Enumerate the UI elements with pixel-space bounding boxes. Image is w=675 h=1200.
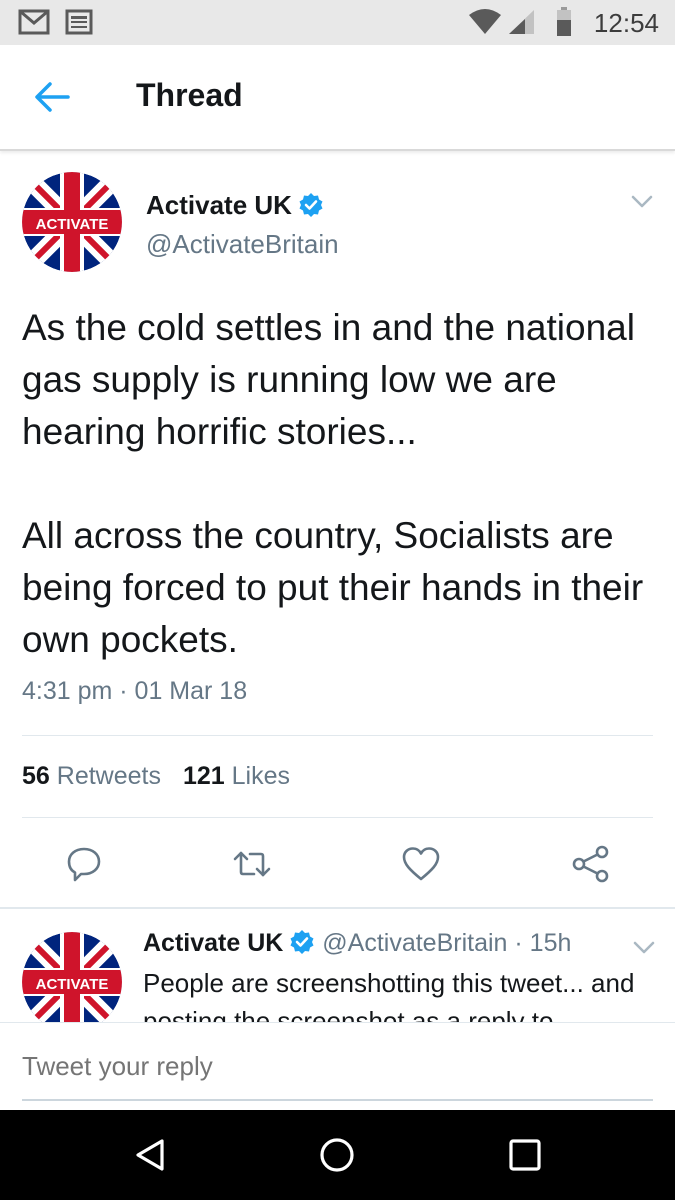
navigation-bar	[0, 1110, 675, 1200]
signal-icon	[509, 10, 534, 34]
reply-text-container[interactable]: People are screenshotting this tweet... …	[143, 964, 663, 1022]
tweet-paragraph: As the cold settles in and the national …	[22, 307, 635, 452]
svg-text:ACTIVATE: ACTIVATE	[36, 976, 109, 993]
retweet-icon[interactable]	[232, 845, 272, 883]
back-triangle-icon[interactable]	[132, 1137, 168, 1173]
author-name[interactable]: Activate UK	[146, 190, 324, 221]
status-time: 12:54	[593, 8, 659, 38]
union-flag-logo: ACTIVATE	[22, 172, 122, 272]
input-underline	[22, 1099, 653, 1101]
divider	[22, 817, 653, 818]
reply-text: People are screenshotting this tweet... …	[143, 968, 635, 1022]
app-bar: Thread	[0, 45, 675, 151]
divider	[22, 735, 653, 736]
likes-label: Likes	[231, 762, 291, 790]
svg-text:ACTIVATE: ACTIVATE	[36, 216, 109, 233]
divider	[0, 907, 675, 909]
reply-author-name: Activate UK	[143, 929, 284, 957]
news-icon	[65, 9, 93, 35]
reply-time: · 15h	[514, 929, 572, 957]
tweet-stats: 56 Retweets 121 Likes	[22, 762, 290, 791]
page-title: Thread	[136, 77, 243, 113]
likes-count: 121	[182, 762, 225, 790]
reply-composer	[0, 1022, 675, 1110]
reply-author-handle: @ActivateBritain	[322, 929, 508, 957]
tweet-paragraph: All across the country, Socialists are b…	[22, 515, 644, 660]
verified-badge-icon	[299, 193, 323, 217]
share-icon[interactable]	[571, 845, 611, 883]
chevron-down-icon[interactable]	[630, 194, 654, 210]
author-name-text: Activate UK	[146, 190, 292, 220]
avatar[interactable]: ACTIVATE	[22, 932, 122, 1032]
retweets-label: Retweets	[56, 762, 161, 790]
gmail-icon	[18, 9, 50, 35]
author-handle[interactable]: @ActivateBritain	[146, 229, 339, 260]
home-circle-icon[interactable]	[319, 1137, 355, 1173]
status-bar: 12:54	[0, 0, 675, 45]
retweets-count: 56	[22, 762, 50, 790]
wifi-icon	[469, 9, 501, 34]
tweet-timestamp: 4:31 pm · 01 Mar 18	[22, 677, 248, 705]
verified-badge-icon	[290, 930, 314, 954]
union-flag-logo: ACTIVATE	[22, 932, 122, 1032]
retweets-stat[interactable]: 56 Retweets	[22, 762, 161, 790]
tweet-text: As the cold settles in and the national …	[22, 302, 662, 666]
avatar[interactable]: ACTIVATE	[22, 172, 122, 272]
back-arrow-icon[interactable]	[32, 79, 72, 115]
likes-stat[interactable]: 121 Likes	[183, 762, 290, 790]
like-icon[interactable]	[401, 845, 441, 883]
reply-header[interactable]: Activate UK @ActivateBritain · 15h	[143, 929, 571, 958]
recents-square-icon[interactable]	[507, 1137, 543, 1173]
chevron-down-icon[interactable]	[632, 940, 656, 956]
battery-icon	[557, 7, 571, 36]
reply-input[interactable]	[22, 1051, 622, 1082]
reply-icon[interactable]	[64, 845, 104, 883]
